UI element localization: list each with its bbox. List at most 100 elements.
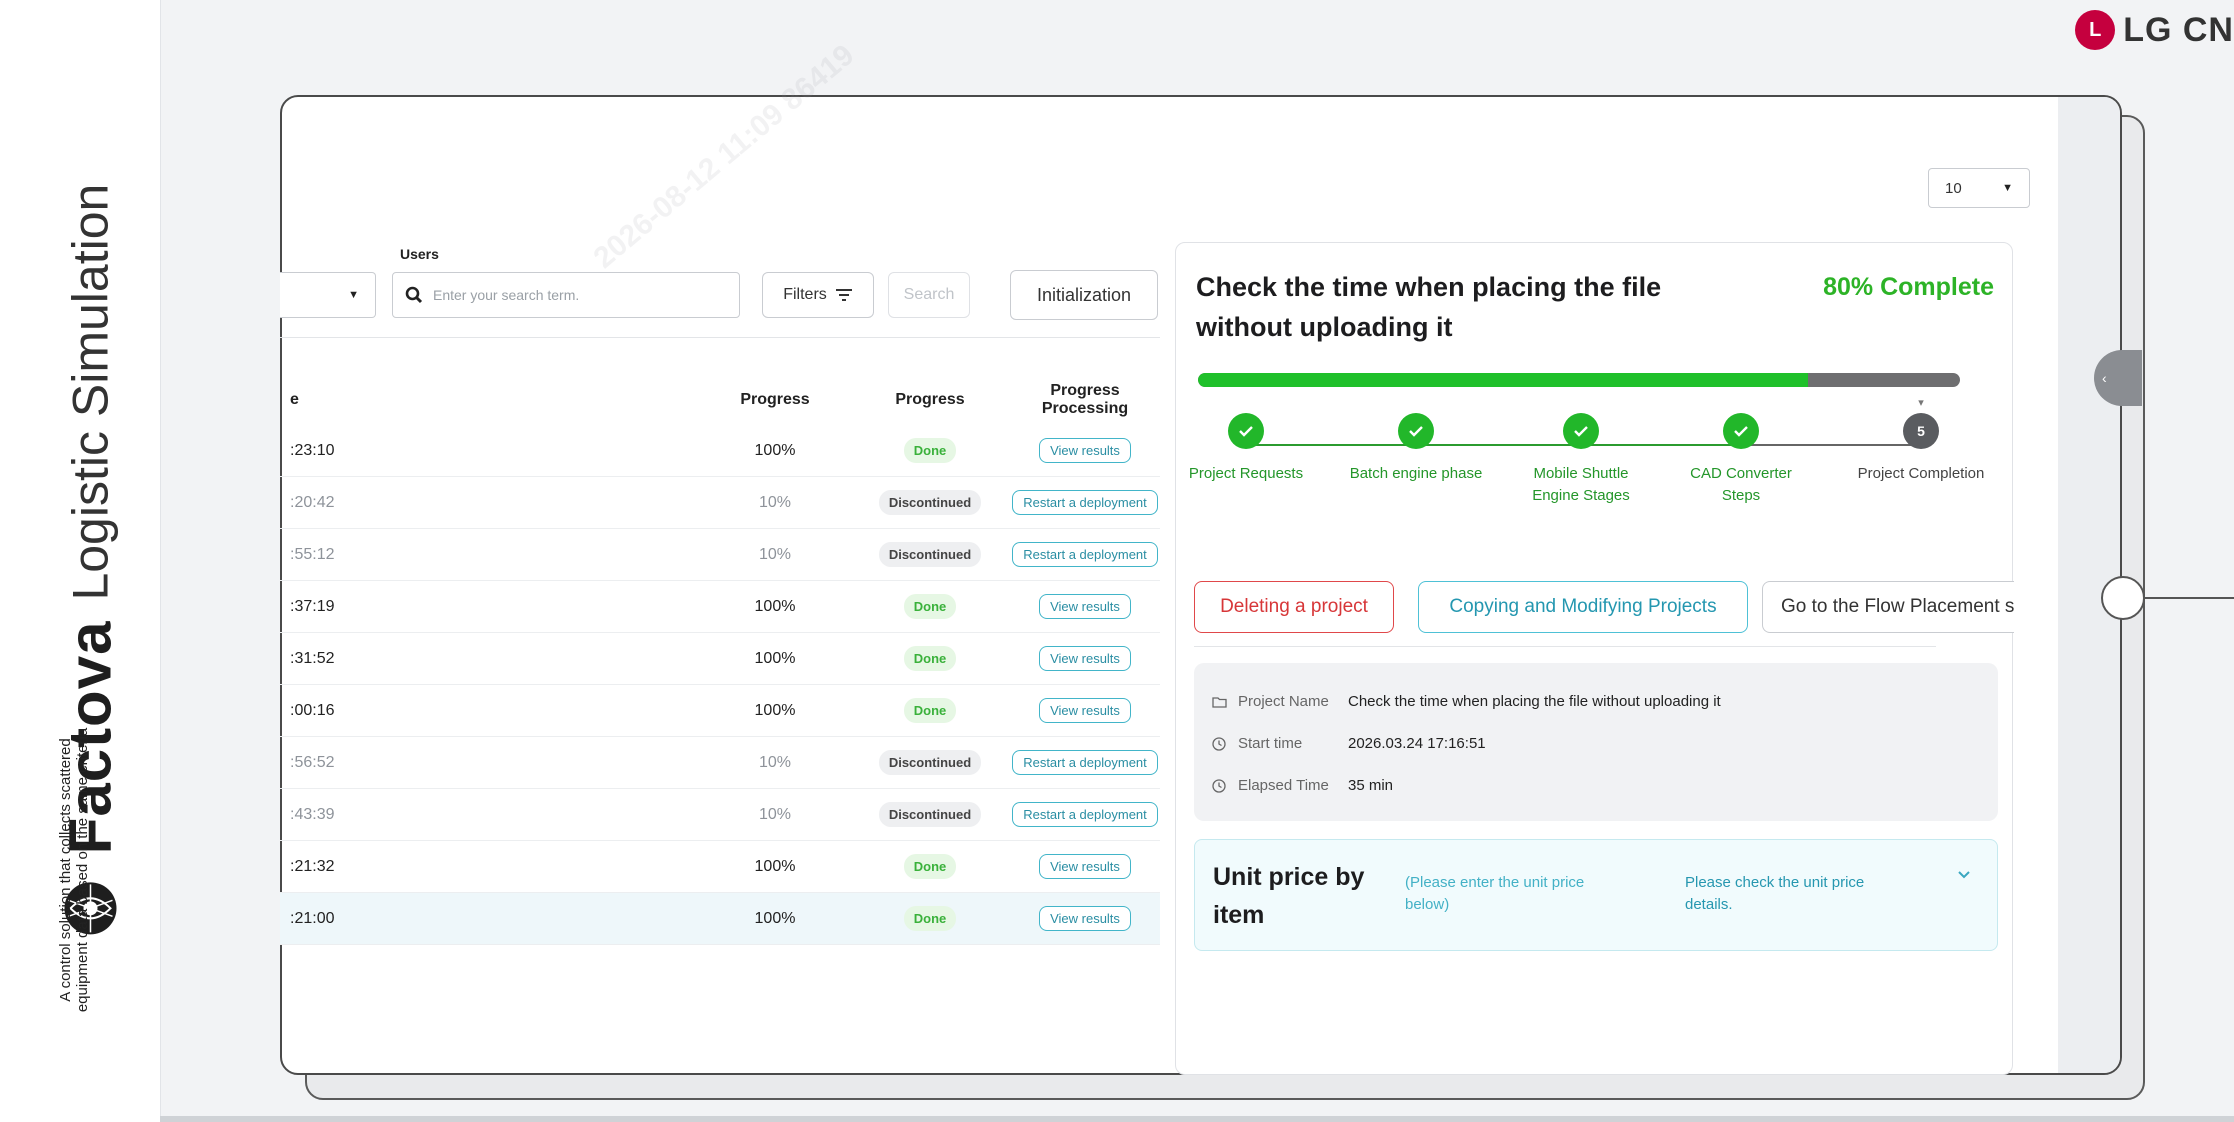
row-time: :20:42 xyxy=(290,493,335,511)
check-icon xyxy=(1723,413,1759,449)
step-label: Mobile Shuttle Engine Stages xyxy=(1532,465,1630,504)
elapsed-time-value: 35 min xyxy=(1348,777,1394,794)
step-tracker: Project Requests Batch engine phase Mobile… xyxy=(1176,393,2014,504)
filters-button[interactable]: Filters xyxy=(762,272,874,318)
table-row[interactable]: :20:42 10% Discontinued Restart a deploymen… xyxy=(280,477,1160,529)
chevron-down-icon[interactable] xyxy=(1957,870,1971,880)
chevron-left-icon: ‹ xyxy=(2102,370,2107,386)
page-size-value: 10 xyxy=(1945,179,1962,197)
initialization-button[interactable]: Initialization xyxy=(1010,270,1158,320)
view-results-button[interactable]: View results xyxy=(1039,854,1131,879)
unit-price-title: Unit price by item xyxy=(1213,863,1365,929)
row-time: :21:32 xyxy=(290,857,335,875)
table-row[interactable]: :21:00 100% Done View results xyxy=(280,893,1160,945)
unit-price-check-hint: Please check the unit price details. xyxy=(1685,874,1865,913)
projects-table: e Progress Progress Progress Processing … xyxy=(280,375,1160,945)
folder-icon xyxy=(1212,696,1230,708)
elapsed-time-label: Elapsed Time xyxy=(1238,777,1329,794)
check-icon xyxy=(1398,413,1434,449)
step-label: Project Requests xyxy=(1188,465,1304,482)
table-row[interactable]: :00:16 100% Done View results xyxy=(280,685,1160,737)
row-progress: 10% xyxy=(758,493,792,511)
collapse-handle[interactable]: ‹ xyxy=(2094,350,2142,406)
column-header-progress: Progress xyxy=(740,391,810,408)
project-name-value: Check the time when placing the file wit… xyxy=(1348,693,1721,710)
copy-modify-project-button[interactable]: Copying and Modifying Projects xyxy=(1418,581,1748,633)
row-time: :31:52 xyxy=(290,649,335,667)
lg-logo-text: LG CN xyxy=(2123,10,2234,49)
view-results-button[interactable]: View results xyxy=(1039,906,1131,931)
table-row[interactable]: :43:39 10% Discontinued Restart a deploymen… xyxy=(280,789,1160,841)
table-row[interactable]: :21:32 100% Done View results xyxy=(280,841,1160,893)
step-label: CAD Converter Steps xyxy=(1690,465,1792,504)
current-step-marker-icon: ▾ xyxy=(1918,397,1924,409)
step-item: Project Requests xyxy=(1176,393,1316,485)
project-detail-panel: Check the time when placing the file wit… xyxy=(1175,242,2014,1075)
row-progress: 100% xyxy=(754,701,796,719)
table-row[interactable]: :55:12 10% Discontinued Restart a deploymen… xyxy=(280,529,1160,581)
filter-icon xyxy=(835,288,853,302)
start-time-value: 2026.03.24 17:16:51 xyxy=(1348,735,1486,752)
status-badge: Done xyxy=(903,646,957,671)
row-progress: 10% xyxy=(758,805,792,823)
filters-label: Filters xyxy=(783,286,827,303)
table-row[interactable]: :37:19 100% Done View results xyxy=(280,581,1160,633)
clock-icon xyxy=(1212,778,1230,793)
brand-strip: Factova Logistic Simulation A control so… xyxy=(0,0,160,1122)
connector-node xyxy=(2101,576,2145,620)
column-header-processing: Progress Processing xyxy=(1041,382,1129,417)
bottom-bar xyxy=(160,1116,2234,1122)
search-input[interactable]: Enter your search term. xyxy=(392,272,740,318)
restart-deployment-button[interactable]: Restart a deployment xyxy=(1012,802,1158,827)
row-progress: 100% xyxy=(754,441,796,459)
restart-deployment-button[interactable]: Restart a deployment xyxy=(1012,490,1158,515)
table-row[interactable]: :23:10 100% Done View results xyxy=(280,425,1160,477)
category-select[interactable]: ▼ xyxy=(280,272,376,318)
step-spacer xyxy=(1511,393,1651,413)
view-results-button[interactable]: View results xyxy=(1039,646,1131,671)
status-badge: Discontinued xyxy=(878,802,982,827)
step-item: ▾ 5 Project Completion xyxy=(1851,393,1991,485)
view-results-button[interactable]: View results xyxy=(1039,698,1131,723)
table-row[interactable]: :56:52 10% Discontinued Restart a deploymen… xyxy=(280,737,1160,789)
status-badge: Done xyxy=(903,906,957,931)
check-icon xyxy=(1563,413,1599,449)
status-badge: Done xyxy=(903,854,957,879)
search-placeholder: Enter your search term. xyxy=(433,287,580,303)
table-row[interactable]: :31:52 100% Done View results xyxy=(280,633,1160,685)
action-row: Deleting a project Copying and Modifying… xyxy=(1194,581,2014,633)
step-spacer xyxy=(1176,393,1316,413)
users-label: Users xyxy=(400,246,439,262)
brand-subtitle: Logistic Simulation xyxy=(62,183,118,601)
project-name-label: Project Name xyxy=(1238,693,1329,710)
status-badge: Discontinued xyxy=(878,750,982,775)
row-progress: 10% xyxy=(758,545,792,563)
view-results-button[interactable]: View results xyxy=(1039,438,1131,463)
search-button[interactable]: Search xyxy=(888,272,970,318)
row-time: :00:16 xyxy=(290,701,335,719)
step-item: CAD Converter Steps xyxy=(1671,393,1811,507)
table-header: e Progress Progress Progress Processing xyxy=(280,375,1160,425)
strip-divider xyxy=(160,0,161,1122)
flow-placement-button[interactable]: Go to the Flow Placement scr xyxy=(1762,581,2014,633)
connector-line xyxy=(2145,597,2234,599)
status-badge: Done xyxy=(903,438,957,463)
delete-project-button[interactable]: Deleting a project xyxy=(1194,581,1394,633)
status-badge: Discontinued xyxy=(878,490,982,515)
restart-deployment-button[interactable]: Restart a deployment xyxy=(1012,750,1158,775)
row-time: :21:00 xyxy=(290,909,335,927)
row-time: :43:39 xyxy=(290,805,335,823)
page-size-select[interactable]: 10 ▼ xyxy=(1928,168,2030,208)
step-number: 5 xyxy=(1903,413,1939,449)
table-body: :23:10 100% Done View results:20:42 10% Disco… xyxy=(280,425,1160,945)
caret-down-icon: ▼ xyxy=(348,289,359,301)
unit-price-accordion[interactable]: Unit price by item (Please enter the uni… xyxy=(1194,839,1998,951)
row-time: :56:52 xyxy=(290,753,335,771)
restart-deployment-button[interactable]: Restart a deployment xyxy=(1012,542,1158,567)
step-spacer xyxy=(1671,393,1811,413)
info-row-elapsed: Elapsed Time 35 min xyxy=(1212,777,1393,794)
view-results-button[interactable]: View results xyxy=(1039,594,1131,619)
status-badge: Done xyxy=(903,594,957,619)
unit-price-enter-hint: (Please enter the unit price below) xyxy=(1405,874,1585,913)
row-progress: 100% xyxy=(754,909,796,927)
